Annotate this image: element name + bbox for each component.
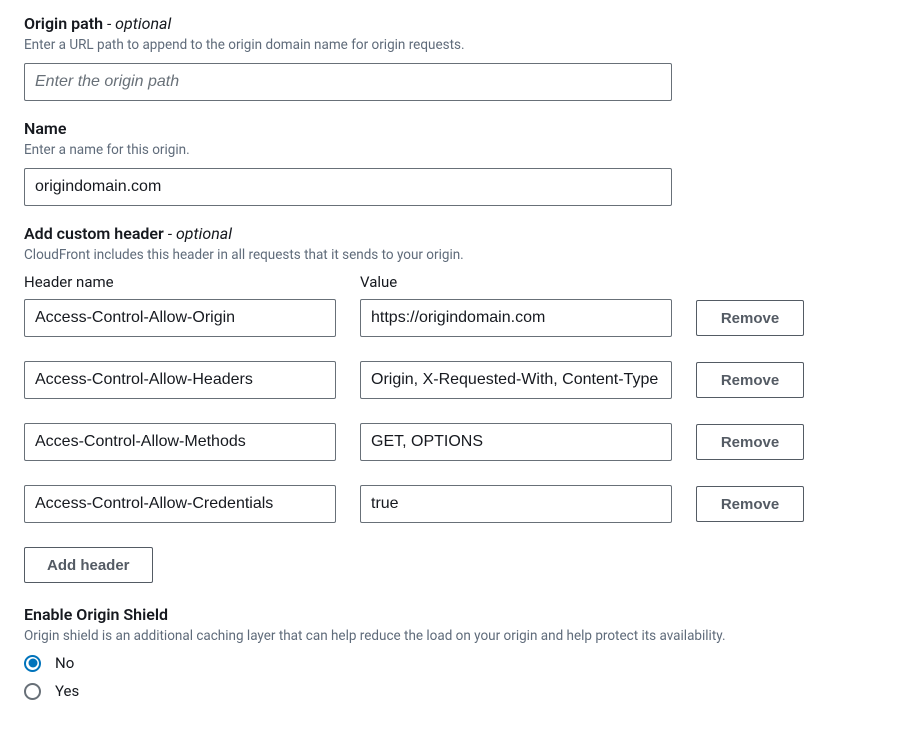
header-columns-heading: Header name Value xyxy=(24,273,896,291)
header-name-input[interactable] xyxy=(24,485,336,523)
origin-shield-desc: Origin shield is an additional caching l… xyxy=(24,628,896,644)
name-field: Name Enter a name for this origin. xyxy=(24,119,896,206)
origin-shield-radio-yes[interactable]: Yes xyxy=(24,682,896,700)
origin-path-label-text: Origin path xyxy=(24,14,103,33)
custom-header-label-text: Add custom header xyxy=(24,224,164,243)
origin-shield-section: Enable Origin Shield Origin shield is an… xyxy=(24,605,896,700)
header-name-input[interactable] xyxy=(24,423,336,461)
header-value-input[interactable] xyxy=(360,361,672,399)
remove-header-button[interactable]: Remove xyxy=(696,486,804,522)
name-label: Name xyxy=(24,119,896,138)
radio-dot-no xyxy=(24,655,41,672)
header-row: Remove xyxy=(24,485,896,523)
origin-shield-radio-group: No Yes xyxy=(24,654,896,700)
origin-path-desc: Enter a URL path to append to the origin… xyxy=(24,37,896,53)
remove-header-button[interactable]: Remove xyxy=(696,424,804,460)
optional-suffix: - optional xyxy=(164,224,232,243)
header-row: Remove xyxy=(24,423,896,461)
origin-path-input[interactable] xyxy=(24,63,672,101)
header-row: Remove xyxy=(24,361,896,399)
remove-header-button[interactable]: Remove xyxy=(696,300,804,336)
radio-label-yes: Yes xyxy=(55,682,79,700)
optional-suffix: - optional xyxy=(103,14,171,33)
col-head-name: Header name xyxy=(24,273,336,291)
origin-shield-radio-no[interactable]: No xyxy=(24,654,896,672)
origin-shield-label: Enable Origin Shield xyxy=(24,605,896,624)
header-name-input[interactable] xyxy=(24,299,336,337)
radio-dot-yes xyxy=(24,683,41,700)
remove-header-button[interactable]: Remove xyxy=(696,362,804,398)
custom-header-section: Add custom header - optional CloudFront … xyxy=(24,224,896,583)
radio-label-no: No xyxy=(55,654,74,672)
header-name-input[interactable] xyxy=(24,361,336,399)
header-row: Remove xyxy=(24,299,896,337)
origin-path-field: Origin path - optional Enter a URL path … xyxy=(24,14,896,101)
header-value-input[interactable] xyxy=(360,299,672,337)
origin-path-label: Origin path - optional xyxy=(24,14,896,33)
col-head-value: Value xyxy=(360,273,672,291)
custom-header-label: Add custom header - optional xyxy=(24,224,896,243)
name-input[interactable] xyxy=(24,168,672,206)
custom-header-desc: CloudFront includes this header in all r… xyxy=(24,247,896,263)
header-value-input[interactable] xyxy=(360,423,672,461)
add-header-button[interactable]: Add header xyxy=(24,547,153,583)
name-desc: Enter a name for this origin. xyxy=(24,142,896,158)
header-value-input[interactable] xyxy=(360,485,672,523)
header-rows: Remove Remove Remove Remove xyxy=(24,299,896,523)
